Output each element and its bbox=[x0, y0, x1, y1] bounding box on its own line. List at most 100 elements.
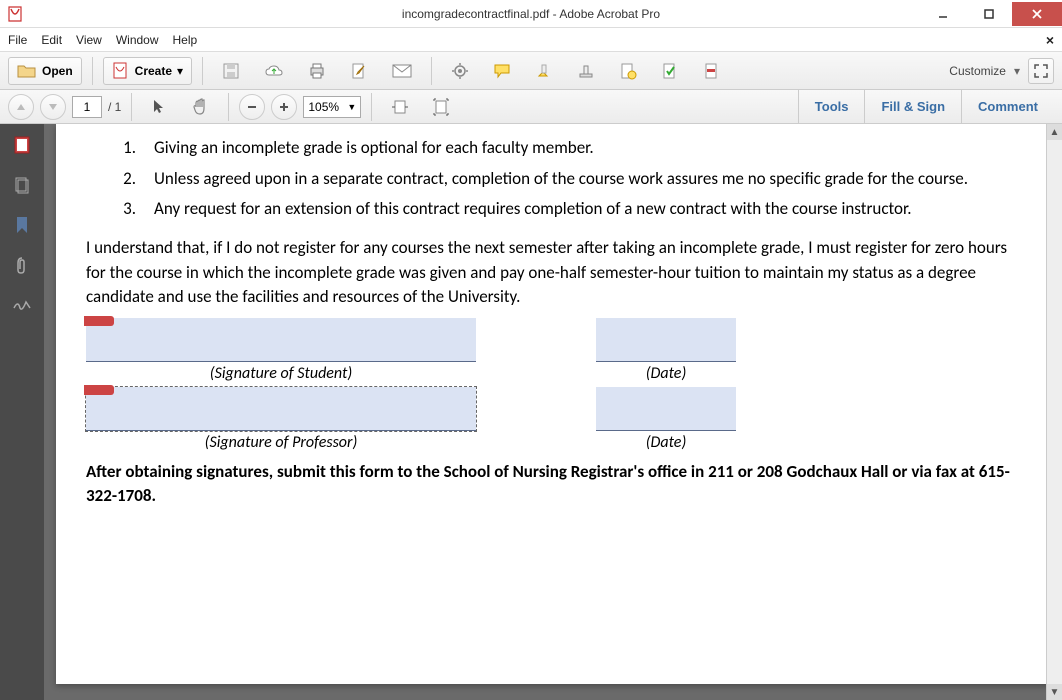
hand-tool[interactable] bbox=[182, 93, 218, 121]
comment-button[interactable] bbox=[484, 57, 520, 85]
vertical-scrollbar[interactable]: ▲ ▼ bbox=[1046, 124, 1062, 700]
attachments-icon[interactable] bbox=[11, 254, 33, 276]
fit-page-button[interactable] bbox=[424, 93, 458, 121]
create-pdf-icon bbox=[112, 62, 130, 80]
zoom-value: 105% bbox=[308, 100, 339, 114]
separator bbox=[228, 93, 229, 121]
signature-student-field[interactable] bbox=[86, 318, 476, 362]
zoom-out-button[interactable] bbox=[239, 94, 265, 120]
fit-width-button[interactable] bbox=[382, 93, 418, 121]
menu-help[interactable]: Help bbox=[173, 33, 198, 47]
submit-instructions: After obtaining signatures, submit this … bbox=[86, 460, 1020, 508]
edit-button[interactable] bbox=[341, 57, 377, 85]
menu-window[interactable]: Window bbox=[116, 33, 159, 47]
window-controls bbox=[920, 2, 1062, 26]
comment-panel-link[interactable]: Comment bbox=[961, 90, 1054, 123]
minimize-button[interactable] bbox=[920, 2, 966, 26]
open-label: Open bbox=[42, 64, 73, 78]
settings-button[interactable] bbox=[442, 57, 478, 85]
create-button[interactable]: Create ▾ bbox=[103, 57, 192, 85]
highlight-button[interactable] bbox=[526, 57, 562, 85]
separator bbox=[202, 57, 203, 85]
menu-view[interactable]: View bbox=[76, 33, 102, 47]
zoom-in-button[interactable] bbox=[271, 94, 297, 120]
separator bbox=[431, 57, 432, 85]
navigation-sidebar bbox=[0, 124, 44, 700]
cursor-icon bbox=[151, 98, 167, 116]
list-text: Unless agreed upon in a separate contrac… bbox=[154, 167, 1020, 192]
close-button[interactable] bbox=[1012, 2, 1062, 26]
page-check-icon bbox=[661, 62, 679, 80]
fullscreen-button[interactable] bbox=[1028, 58, 1054, 84]
thumbnails-icon[interactable] bbox=[11, 134, 33, 156]
acrobat-icon bbox=[6, 5, 24, 23]
page-number-input[interactable] bbox=[72, 96, 102, 118]
chevron-down-icon: ▾ bbox=[177, 64, 183, 78]
page-down-button[interactable] bbox=[40, 94, 66, 120]
envelope-icon bbox=[392, 64, 412, 78]
menu-file[interactable]: File bbox=[8, 33, 27, 47]
highlighter-icon bbox=[535, 62, 553, 80]
list-number: 2. bbox=[106, 167, 154, 192]
bookmarks-icon[interactable] bbox=[11, 214, 33, 236]
cloud-button[interactable] bbox=[255, 57, 293, 85]
page-edit-icon bbox=[350, 62, 368, 80]
navigation-toolbar: / 1 105% ▼ Tools Fill & Sign Comment bbox=[0, 90, 1062, 124]
customize-label[interactable]: Customize bbox=[949, 64, 1006, 78]
cloud-icon bbox=[264, 63, 284, 79]
window-title: incomgradecontractfinal.pdf - Adobe Acro… bbox=[402, 7, 660, 21]
zoom-select[interactable]: 105% ▼ bbox=[303, 96, 361, 118]
document-viewport[interactable]: 1. Giving an incomplete grade is optiona… bbox=[44, 124, 1062, 700]
list-item: 2. Unless agreed upon in a separate cont… bbox=[106, 167, 1020, 192]
open-button[interactable]: Open bbox=[8, 57, 82, 85]
select-tool[interactable] bbox=[142, 93, 176, 121]
menu-edit[interactable]: Edit bbox=[41, 33, 62, 47]
stamp-button[interactable] bbox=[568, 57, 604, 85]
email-button[interactable] bbox=[383, 57, 421, 85]
print-button[interactable] bbox=[299, 57, 335, 85]
chevron-down-icon: ▾ bbox=[1014, 64, 1020, 78]
chevron-down-icon: ▼ bbox=[347, 102, 356, 112]
date-label: (Date) bbox=[596, 433, 736, 452]
maximize-button[interactable] bbox=[966, 2, 1012, 26]
fill-sign-panel-link[interactable]: Fill & Sign bbox=[864, 90, 961, 123]
redact-button[interactable] bbox=[694, 57, 730, 85]
attach-button[interactable] bbox=[610, 57, 646, 85]
date-professor-field[interactable] bbox=[596, 387, 736, 431]
signature-professor-field[interactable] bbox=[86, 387, 476, 431]
gear-icon bbox=[451, 62, 469, 80]
separator bbox=[92, 57, 93, 85]
signatures-icon[interactable] bbox=[11, 294, 33, 316]
page-attach-icon bbox=[619, 62, 637, 80]
printer-icon bbox=[308, 62, 326, 80]
list-item: 1. Giving an incomplete grade is optiona… bbox=[106, 136, 1020, 161]
scroll-down-icon[interactable]: ▼ bbox=[1047, 684, 1062, 700]
arrow-up-icon bbox=[16, 102, 26, 112]
list-text: Any request for an extension of this con… bbox=[154, 197, 1020, 222]
signature-student-label: (Signature of Student) bbox=[86, 364, 476, 383]
tools-panel-link[interactable]: Tools bbox=[798, 90, 865, 123]
separator bbox=[131, 93, 132, 121]
hand-icon bbox=[191, 98, 209, 116]
required-tag-icon bbox=[84, 385, 114, 395]
page-total-label: / 1 bbox=[108, 100, 121, 114]
scroll-up-icon[interactable]: ▲ bbox=[1047, 124, 1062, 140]
page-up-button[interactable] bbox=[8, 94, 34, 120]
paragraph: I understand that, if I do not register … bbox=[86, 236, 1020, 310]
title-bar: incomgradecontractfinal.pdf - Adobe Acro… bbox=[0, 0, 1062, 28]
minus-icon bbox=[246, 101, 258, 113]
date-student-field[interactable] bbox=[596, 318, 736, 362]
create-label: Create bbox=[135, 64, 172, 78]
stamp-icon bbox=[577, 62, 595, 80]
floppy-icon bbox=[222, 62, 240, 80]
arrow-down-icon bbox=[48, 102, 58, 112]
folder-open-icon bbox=[17, 63, 37, 79]
plus-icon bbox=[278, 101, 290, 113]
main-toolbar: Open Create ▾ Customize ▾ bbox=[0, 52, 1062, 90]
menu-bar: File Edit View Window Help × bbox=[0, 28, 1062, 52]
menubar-close-icon[interactable]: × bbox=[1046, 32, 1054, 48]
save-button[interactable] bbox=[213, 57, 249, 85]
list-text: Giving an incomplete grade is optional f… bbox=[154, 136, 1020, 161]
sign-button[interactable] bbox=[652, 57, 688, 85]
pages-icon[interactable] bbox=[11, 174, 33, 196]
